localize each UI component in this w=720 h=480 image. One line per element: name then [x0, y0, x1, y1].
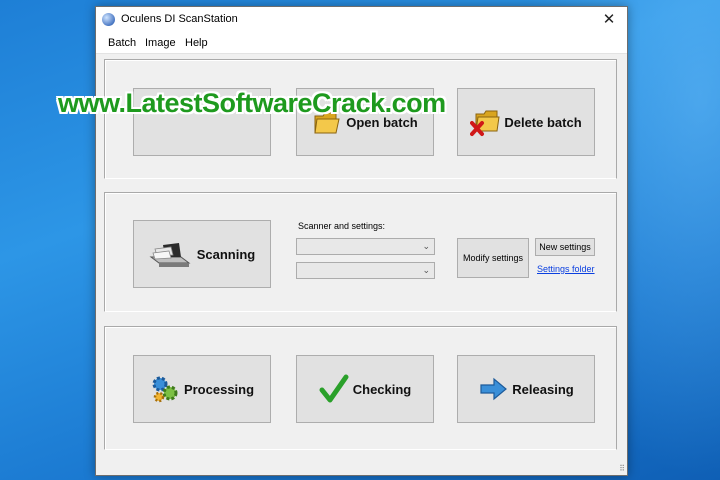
checking-label: Checking — [352, 381, 412, 397]
workflow-panel: Processing Checking Releasing — [104, 326, 617, 450]
menu-bar: Batch Image Help — [96, 33, 627, 54]
batch-panel: Open batch Delete batch — [104, 59, 617, 179]
menu-help[interactable]: Help — [185, 37, 208, 49]
releasing-button[interactable]: Releasing — [457, 355, 595, 423]
chevron-down-icon: ⌄ — [422, 265, 430, 275]
new-settings-button[interactable]: New settings — [535, 238, 595, 256]
checking-button[interactable]: Checking — [296, 355, 434, 423]
releasing-label: Releasing — [512, 381, 574, 397]
menu-image[interactable]: Image — [145, 37, 176, 49]
folder-delete-icon — [470, 107, 500, 137]
title-bar: Oculens DI ScanStation ✕ — [96, 7, 627, 33]
settings-select[interactable]: ⌄ — [296, 262, 435, 279]
arrow-right-icon — [478, 374, 508, 404]
processing-button[interactable]: Processing — [133, 355, 271, 423]
gears-icon — [150, 374, 180, 404]
delete-batch-button[interactable]: Delete batch — [457, 88, 595, 156]
menu-batch[interactable]: Batch — [108, 37, 136, 49]
app-window: Oculens DI ScanStation ✕ Batch Image Hel… — [95, 6, 628, 476]
scanning-label: Scanning — [196, 246, 256, 262]
scanning-panel: Scanning Scanner and settings: ⌄ ⌄ Modif… — [104, 192, 617, 312]
scanner-select[interactable]: ⌄ — [296, 238, 435, 255]
window-title: Oculens DI ScanStation — [121, 13, 238, 25]
settings-folder-link[interactable]: Settings folder — [537, 264, 595, 274]
scanning-button[interactable]: Scanning — [133, 220, 271, 288]
chevron-down-icon: ⌄ — [422, 241, 430, 251]
watermark-text: www.LatestSoftwareCrack.com — [58, 88, 446, 118]
scanner-settings-label: Scanner and settings: — [298, 221, 386, 231]
app-logo-icon — [102, 13, 115, 26]
close-button[interactable]: ✕ — [591, 7, 627, 33]
processing-label: Processing — [183, 381, 255, 397]
modify-settings-button[interactable]: Modify settings — [457, 238, 529, 278]
delete-batch-label: Delete batch — [504, 114, 582, 130]
scanner-icon — [149, 239, 193, 269]
checkmark-icon — [319, 374, 349, 404]
resize-grip[interactable]: ⠿ — [619, 464, 625, 473]
